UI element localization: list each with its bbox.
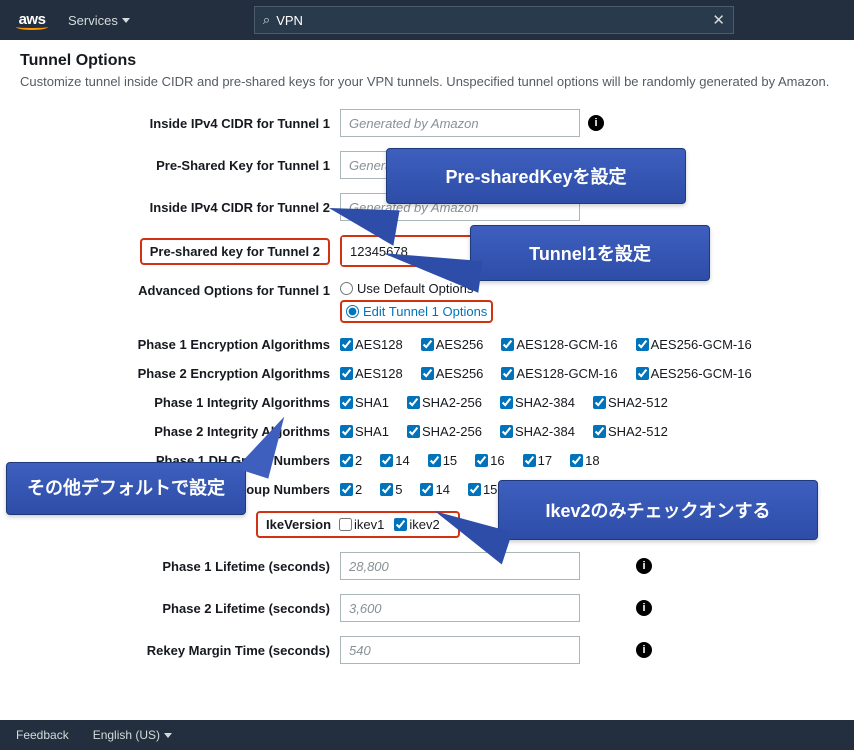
label-cidr-tunnel2: Inside IPv4 CIDR for Tunnel 2 [20,200,340,215]
aws-logo: aws [16,11,48,30]
check-p1enc-aes128[interactable]: AES128 [340,337,403,352]
check-p1dh-2[interactable]: 2 [340,453,362,468]
check-p2int-sha1[interactable]: SHA1 [340,424,389,439]
label-psk-tunnel2: Pre-shared key for Tunnel 2 [150,244,320,259]
check-p1int-sha256[interactable]: SHA2-256 [407,395,482,410]
clear-search-icon[interactable]: ✕ [712,11,725,29]
check-p1dh-14[interactable]: 14 [380,453,409,468]
info-icon[interactable]: i [636,642,652,658]
check-p2dh-15[interactable]: 15 [468,482,497,497]
check-p2enc-aes128gcm[interactable]: AES128-GCM-16 [501,366,617,381]
label-p1-lifetime: Phase 1 Lifetime (seconds) [20,559,340,574]
check-p2dh-2[interactable]: 2 [340,482,362,497]
info-icon[interactable]: i [636,600,652,616]
search-input[interactable] [270,13,712,28]
label-advanced-tunnel1: Advanced Options for Tunnel 1 [20,281,340,298]
top-navbar: aws Services ⌕ ✕ [0,0,854,40]
check-p2int-sha512[interactable]: SHA2-512 [593,424,668,439]
feedback-link[interactable]: Feedback [16,728,69,742]
check-p1enc-aes256[interactable]: AES256 [421,337,484,352]
label-p2-lifetime: Phase 2 Lifetime (seconds) [20,601,340,616]
check-p1int-sha512[interactable]: SHA2-512 [593,395,668,410]
check-p2dh-14[interactable]: 14 [420,482,449,497]
info-icon[interactable]: i [636,558,652,574]
label-p2-encryption: Phase 2 Encryption Algorithms [20,366,340,381]
search-icon: ⌕ [263,12,270,28]
radio-edit-tunnel1[interactable]: Edit Tunnel 1 Options [346,304,487,319]
callout-default: その他デフォルトで設定 [6,462,246,515]
input-p1-lifetime[interactable] [340,552,580,580]
info-icon[interactable]: i [588,115,604,131]
callout-tunnel1: Tunnel1を設定 [470,225,710,281]
language-selector[interactable]: English (US) [93,728,172,742]
check-p1enc-aes128gcm[interactable]: AES128-GCM-16 [501,337,617,352]
check-p2enc-aes256[interactable]: AES256 [421,366,484,381]
check-p1int-sha1[interactable]: SHA1 [340,395,389,410]
check-p1int-sha384[interactable]: SHA2-384 [500,395,575,410]
label-psk-tunnel1: Pre-Shared Key for Tunnel 1 [20,158,340,173]
check-p1dh-18[interactable]: 18 [570,453,599,468]
check-p2dh-5[interactable]: 5 [380,482,402,497]
highlight-psk-tunnel2: Pre-shared key for Tunnel 2 [140,238,330,265]
label-p1-integrity: Phase 1 Integrity Algorithms [20,395,340,410]
check-p2int-sha256[interactable]: SHA2-256 [407,424,482,439]
label-cidr-tunnel1: Inside IPv4 CIDR for Tunnel 1 [20,116,340,131]
check-p2enc-aes256gcm[interactable]: AES256-GCM-16 [636,366,752,381]
input-rekey-margin[interactable] [340,636,580,664]
input-cidr-tunnel1[interactable] [340,109,580,137]
check-p2int-sha384[interactable]: SHA2-384 [500,424,575,439]
check-p1dh-15[interactable]: 15 [428,453,457,468]
services-label: Services [68,13,118,28]
global-search[interactable]: ⌕ ✕ [254,6,734,34]
input-p2-lifetime[interactable] [340,594,580,622]
services-menu[interactable]: Services [68,13,130,28]
section-title: Tunnel Options [20,52,834,70]
callout-psk: Pre-sharedKeyを設定 [386,148,686,204]
check-p1dh-17[interactable]: 17 [523,453,552,468]
check-p2enc-aes128[interactable]: AES128 [340,366,403,381]
highlight-edit-tunnel1: Edit Tunnel 1 Options [340,300,493,323]
chevron-down-icon [164,733,172,738]
chevron-down-icon [122,18,130,23]
check-p1enc-aes256gcm[interactable]: AES256-GCM-16 [636,337,752,352]
section-description: Customize tunnel inside CIDR and pre-sha… [20,74,834,89]
label-rekey-margin: Rekey Margin Time (seconds) [20,643,340,658]
check-p1dh-16[interactable]: 16 [475,453,504,468]
check-ikev1[interactable]: ikev1 [339,517,384,532]
label-p2-integrity: Phase 2 Integrity Algorithms [20,424,340,439]
callout-ikev2: Ikev2のみチェックオンする [498,480,818,540]
footer-bar: Feedback English (US) [0,720,854,750]
label-p1-encryption: Phase 1 Encryption Algorithms [20,337,340,352]
